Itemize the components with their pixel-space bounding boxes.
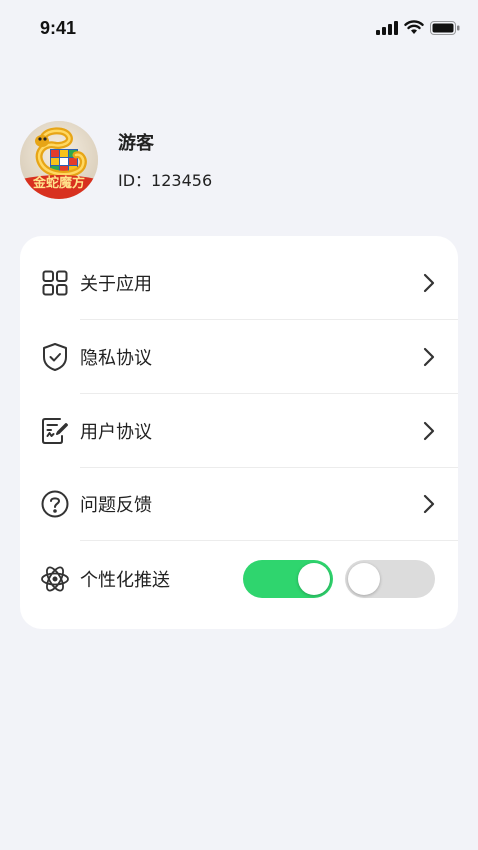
profile-name: 游客 xyxy=(118,133,154,154)
push-toggle-on[interactable] xyxy=(243,560,333,598)
toggle-knob xyxy=(298,563,330,595)
profile-header: 金蛇魔方 游客 ID：123456 xyxy=(20,120,212,200)
status-bar: 9:41 xyxy=(0,0,478,60)
atom-icon xyxy=(40,564,70,594)
menu-item-feedback[interactable]: 问题反馈 xyxy=(20,467,458,541)
document-edit-icon xyxy=(40,416,70,446)
battery-icon xyxy=(430,20,460,39)
status-icons xyxy=(376,20,460,39)
menu-item-label: 问题反馈 xyxy=(80,495,152,516)
chevron-right-icon xyxy=(422,273,436,293)
menu-item-label: 隐私协议 xyxy=(80,348,152,369)
toggle-knob xyxy=(348,563,380,595)
shield-check-icon xyxy=(40,342,70,372)
menu-item-privacy[interactable]: 隐私协议 xyxy=(20,320,458,394)
push-toggle-off[interactable] xyxy=(345,560,435,598)
menu-item-about[interactable]: 关于应用 xyxy=(20,246,458,320)
chevron-right-icon xyxy=(422,421,436,441)
divider xyxy=(80,540,458,541)
avatar-logo-text: 金蛇魔方 xyxy=(32,176,85,191)
settings-card: 关于应用 隐私协议 用户协议 问题反馈 个性化推送 xyxy=(20,236,458,629)
menu-item-label: 个性化推送 xyxy=(80,570,170,591)
avatar[interactable]: 金蛇魔方 xyxy=(20,121,98,199)
menu-item-personalized-push: 个性化推送 xyxy=(20,542,458,616)
wifi-icon xyxy=(404,20,424,39)
menu-item-label: 关于应用 xyxy=(80,274,152,295)
chevron-right-icon xyxy=(422,347,436,367)
question-circle-icon xyxy=(40,489,70,519)
status-time: 9:41 xyxy=(40,18,77,38)
menu-item-label: 用户协议 xyxy=(80,422,152,443)
signal-icon xyxy=(376,20,398,39)
menu-item-user-agreement[interactable]: 用户协议 xyxy=(20,394,458,468)
profile-text: 游客 ID：123456 xyxy=(118,129,212,191)
profile-id: ID：123456 xyxy=(118,171,213,190)
chevron-right-icon xyxy=(422,494,436,514)
grid-icon xyxy=(40,268,70,298)
